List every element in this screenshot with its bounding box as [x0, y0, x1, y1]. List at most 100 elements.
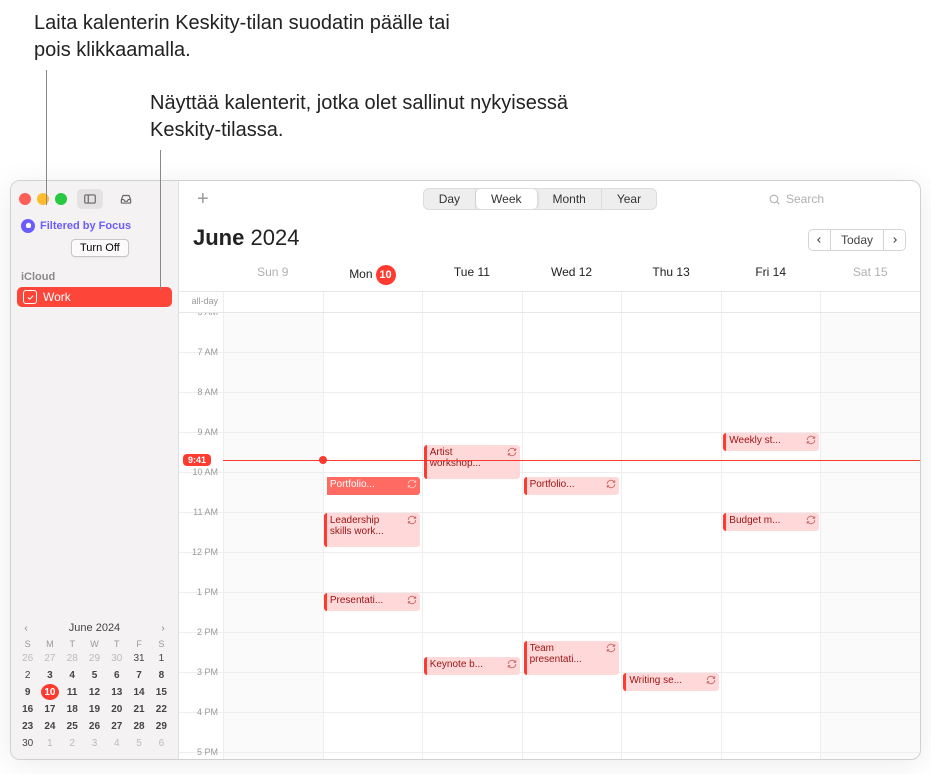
- mini-cal-cell[interactable]: 19: [85, 701, 103, 717]
- mini-cal-cell[interactable]: 23: [19, 718, 37, 734]
- grid-cell[interactable]: [820, 753, 920, 759]
- grid-cell[interactable]: [422, 553, 522, 592]
- mini-cal-cell[interactable]: 6: [152, 735, 170, 751]
- mini-cal-cell[interactable]: 6: [108, 667, 126, 683]
- grid-cell[interactable]: [522, 313, 622, 352]
- calendar-event[interactable]: Portfolio...: [324, 477, 420, 495]
- mini-cal-cell[interactable]: 29: [152, 718, 170, 734]
- grid-cell[interactable]: [820, 313, 920, 352]
- grid-cell[interactable]: [223, 353, 323, 392]
- all-day-cell[interactable]: [522, 292, 622, 312]
- mini-cal-cell[interactable]: 18: [63, 701, 81, 717]
- focus-filter-status[interactable]: Filtered by Focus: [11, 217, 178, 235]
- grid-cell[interactable]: [621, 593, 721, 632]
- grid-cell[interactable]: [820, 553, 920, 592]
- mini-cal-cell[interactable]: 5: [130, 735, 148, 751]
- mini-cal-cell[interactable]: 5: [85, 667, 103, 683]
- calendar-event[interactable]: Writing se...: [623, 673, 719, 691]
- grid-cell[interactable]: [820, 593, 920, 632]
- grid-cell[interactable]: [323, 433, 423, 472]
- mini-cal-cell[interactable]: 15: [152, 684, 170, 700]
- mini-cal-cell[interactable]: 2: [63, 735, 81, 751]
- today-button[interactable]: Today: [830, 229, 884, 251]
- grid-cell[interactable]: [621, 513, 721, 552]
- grid-cell[interactable]: [721, 673, 821, 712]
- grid-cell[interactable]: [323, 353, 423, 392]
- grid-cell[interactable]: [522, 433, 622, 472]
- calendar-event[interactable]: Leadership skills work...: [324, 513, 420, 547]
- day-header[interactable]: Sun 9: [223, 255, 323, 291]
- mini-cal-cell[interactable]: 12: [85, 684, 103, 700]
- day-header[interactable]: Fri 14: [721, 255, 821, 291]
- mini-cal-cell[interactable]: 13: [108, 684, 126, 700]
- mini-cal-cell[interactable]: 14: [130, 684, 148, 700]
- grid-cell[interactable]: [223, 513, 323, 552]
- grid-cell[interactable]: [721, 473, 821, 512]
- prev-week-button[interactable]: [808, 229, 830, 251]
- mini-cal-cell[interactable]: 9: [19, 684, 37, 700]
- all-day-cell[interactable]: [621, 292, 721, 312]
- grid-cell[interactable]: [522, 353, 622, 392]
- grid-cell[interactable]: [820, 713, 920, 752]
- grid-cell[interactable]: [820, 633, 920, 672]
- grid-cell[interactable]: [721, 593, 821, 632]
- grid-cell[interactable]: [820, 673, 920, 712]
- calendar-event[interactable]: Portfolio...: [524, 477, 620, 495]
- day-header[interactable]: Sat 15: [820, 255, 920, 291]
- grid-cell[interactable]: [323, 313, 423, 352]
- grid-cell[interactable]: [223, 593, 323, 632]
- grid-cell[interactable]: [621, 553, 721, 592]
- mini-cal-cell[interactable]: 21: [130, 701, 148, 717]
- grid-cell[interactable]: [721, 313, 821, 352]
- minimize-button[interactable]: [37, 193, 49, 205]
- all-day-cell[interactable]: [223, 292, 323, 312]
- day-header[interactable]: Wed 12: [522, 255, 622, 291]
- mini-cal-cell[interactable]: 4: [108, 735, 126, 751]
- grid-cell[interactable]: [522, 513, 622, 552]
- grid-cell[interactable]: [223, 673, 323, 712]
- grid-cell[interactable]: [422, 713, 522, 752]
- grid-cell[interactable]: [422, 313, 522, 352]
- all-day-cell[interactable]: [422, 292, 522, 312]
- grid-cell[interactable]: [820, 353, 920, 392]
- grid-cell[interactable]: [323, 553, 423, 592]
- mini-cal-cell[interactable]: 4: [63, 667, 81, 683]
- grid-cell[interactable]: [721, 353, 821, 392]
- mini-cal-next-button[interactable]: ›: [156, 621, 170, 635]
- calendar-event[interactable]: Artist workshop...: [424, 445, 520, 479]
- sidebar-toggle-button[interactable]: [77, 189, 103, 209]
- mini-cal-cell[interactable]: 22: [152, 701, 170, 717]
- mini-cal-cell[interactable]: 28: [63, 650, 81, 666]
- mini-cal-cell[interactable]: 29: [85, 650, 103, 666]
- mini-cal-cell[interactable]: 27: [41, 650, 59, 666]
- mini-cal-cell[interactable]: 10: [41, 684, 59, 700]
- mini-cal-cell[interactable]: 30: [108, 650, 126, 666]
- calendar-event[interactable]: Budget m...: [723, 513, 819, 531]
- grid-cell[interactable]: [621, 313, 721, 352]
- grid-cell[interactable]: [323, 753, 423, 759]
- grid-cell[interactable]: [323, 633, 423, 672]
- calendar-item-work[interactable]: Work: [17, 287, 172, 307]
- mini-cal-cell[interactable]: 26: [19, 650, 37, 666]
- mini-cal-cell[interactable]: 30: [19, 735, 37, 751]
- mini-cal-cell[interactable]: 25: [63, 718, 81, 734]
- inbox-button[interactable]: [113, 189, 139, 209]
- grid-cell[interactable]: [223, 633, 323, 672]
- mini-cal-cell[interactable]: 24: [41, 718, 59, 734]
- grid-cell[interactable]: [721, 393, 821, 432]
- fullscreen-button[interactable]: [55, 193, 67, 205]
- grid-cell[interactable]: [422, 513, 522, 552]
- grid-cell[interactable]: [721, 633, 821, 672]
- mini-cal-cell[interactable]: 28: [130, 718, 148, 734]
- grid-cell[interactable]: [820, 393, 920, 432]
- grid-cell[interactable]: [223, 753, 323, 759]
- mini-cal-cell[interactable]: 26: [85, 718, 103, 734]
- grid-cell[interactable]: [422, 593, 522, 632]
- grid-cell[interactable]: [522, 673, 622, 712]
- grid-cell[interactable]: [820, 513, 920, 552]
- mini-cal-grid[interactable]: SMTWTFS262728293031123456789101112131415…: [17, 639, 172, 751]
- mini-cal-cell[interactable]: 1: [41, 735, 59, 751]
- grid-cell[interactable]: [223, 313, 323, 352]
- grid-cell[interactable]: [422, 673, 522, 712]
- mini-cal-cell[interactable]: 3: [41, 667, 59, 683]
